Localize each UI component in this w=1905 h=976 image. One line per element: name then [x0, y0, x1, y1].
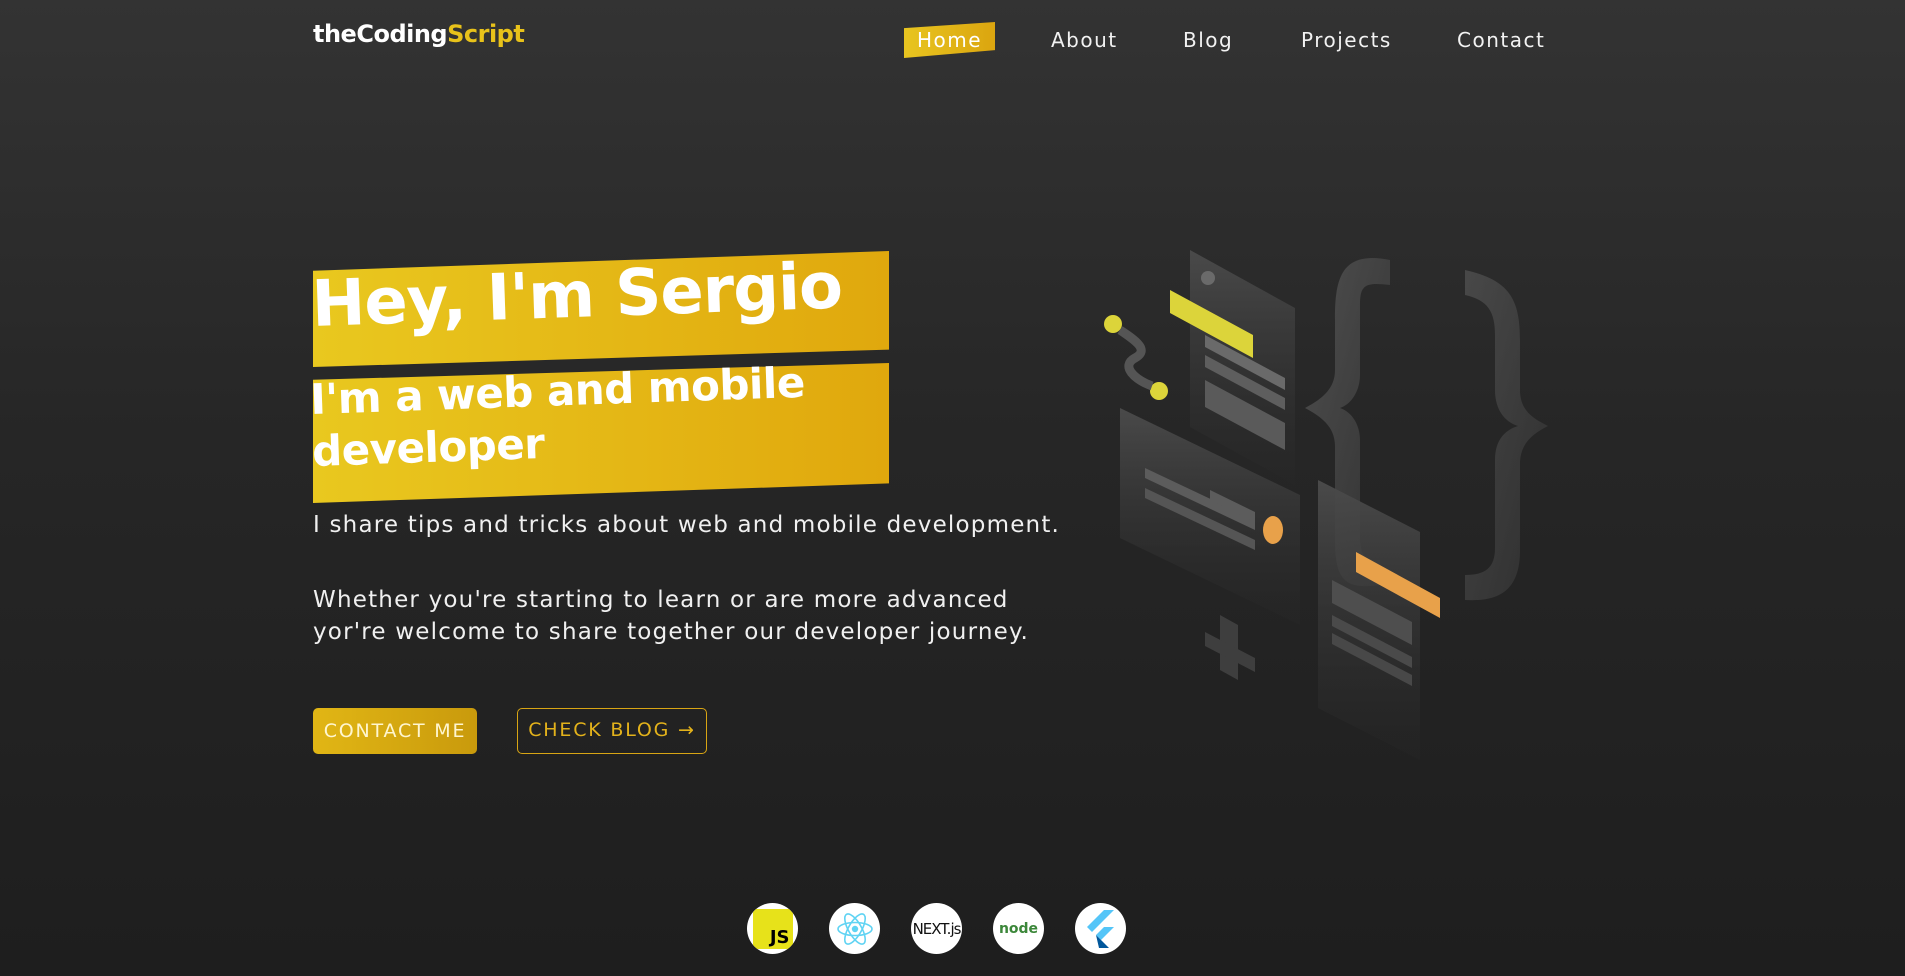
flutter-logo	[1086, 909, 1114, 948]
nextjs-label: NEXT.js	[912, 919, 962, 938]
nodejs-label: node	[998, 920, 1039, 937]
javascript-icon: JS	[747, 903, 798, 954]
flutter-icon	[1075, 903, 1126, 954]
react-icon	[829, 903, 880, 954]
hero-tagline: I share tips and tricks about web and mo…	[313, 512, 1061, 538]
nextjs-icon: NEXT.js	[911, 903, 962, 954]
nav-item-about[interactable]: About	[1051, 28, 1118, 52]
logo-prefix: theCoding	[313, 20, 448, 48]
check-blog-button[interactable]: CHECK BLOG →	[517, 708, 707, 754]
react-logo	[836, 912, 873, 945]
nav-item-blog[interactable]: Blog	[1183, 28, 1233, 52]
nodejs-icon: node	[993, 903, 1044, 954]
site-logo[interactable]: theCodingScript	[313, 20, 525, 48]
nav-item-home[interactable]: Home	[904, 22, 995, 58]
hero-subtitle: I'm a web and mobile developer	[309, 357, 806, 477]
nav-item-projects[interactable]: Projects	[1301, 28, 1392, 52]
nav-item-contact[interactable]: Contact	[1457, 28, 1545, 52]
contact-me-button[interactable]: CONTACT ME	[313, 708, 477, 754]
javascript-label: JS	[769, 926, 790, 948]
hero-intro: Whether you're starting to learn or are …	[313, 587, 1029, 645]
javascript-logo: JS	[752, 908, 793, 949]
logo-accent: Script	[447, 20, 525, 48]
code-illustration	[1104, 250, 1548, 760]
